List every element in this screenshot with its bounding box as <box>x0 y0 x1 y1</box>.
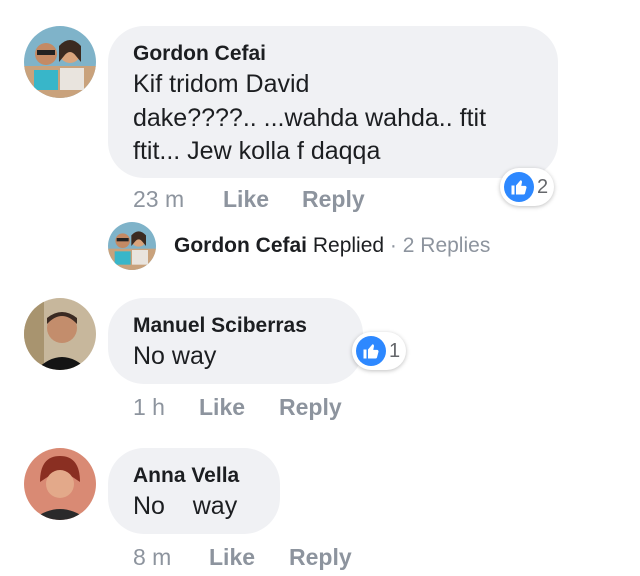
thumbs-up-icon <box>504 172 534 202</box>
reaction-badge[interactable]: 1 <box>352 332 407 370</box>
avatar-gordon-cefai-small[interactable] <box>108 222 156 270</box>
comment-text-line: dake????.. ...wahda wahda.. ftit <box>133 104 487 132</box>
avatar-image <box>24 448 96 520</box>
avatar-manuel-sciberras[interactable] <box>24 298 96 370</box>
view-replies-link[interactable]: Gordon Cefai Replied · 2 Replies <box>174 234 490 258</box>
comment-text-line: ftit... Jew kolla f daqqa <box>133 137 381 165</box>
comment-time[interactable]: 23 m <box>133 186 184 213</box>
avatar-image <box>108 222 156 270</box>
comment-author[interactable]: Anna Vella <box>133 464 239 488</box>
like-button[interactable]: Like <box>223 186 269 213</box>
reaction-badge[interactable]: 2 <box>500 168 555 206</box>
avatar-image <box>24 298 96 370</box>
avatar-anna-vella[interactable] <box>24 448 96 520</box>
avatar-image <box>24 26 96 98</box>
comment-author[interactable]: Gordon Cefai <box>133 42 266 66</box>
like-button[interactable]: Like <box>209 544 255 571</box>
comment-text-line: No way <box>133 492 238 520</box>
comment-text-line: Kif tridom David <box>133 70 310 98</box>
reply-button[interactable]: Reply <box>289 544 352 571</box>
separator-dot: · <box>389 234 397 257</box>
comment-author[interactable]: Manuel Sciberras <box>133 314 307 338</box>
reaction-count: 2 <box>537 175 549 198</box>
reply-button[interactable]: Reply <box>302 186 365 213</box>
comment-text-line: No way <box>133 342 217 370</box>
comment-time[interactable]: 1 h <box>133 394 165 421</box>
replies-count: 2 Replies <box>402 234 491 257</box>
replied-label: Replied <box>312 234 385 257</box>
reaction-count: 1 <box>389 339 401 362</box>
replier-name: Gordon Cefai <box>174 234 308 257</box>
avatar-gordon-cefai[interactable] <box>24 26 96 98</box>
like-button[interactable]: Like <box>199 394 245 421</box>
comment-time[interactable]: 8 m <box>133 544 171 571</box>
reply-button[interactable]: Reply <box>279 394 342 421</box>
thumbs-up-icon <box>356 336 386 366</box>
